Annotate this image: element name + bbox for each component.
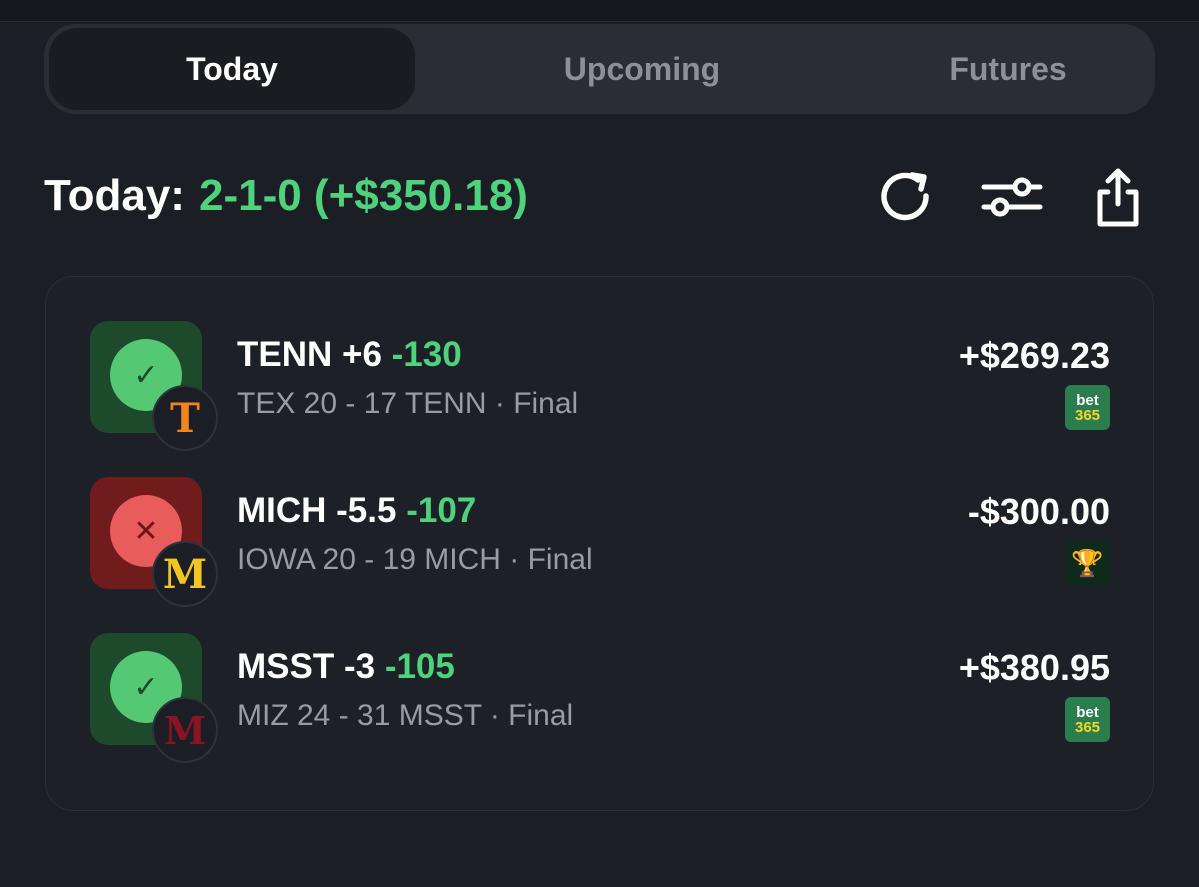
- bet365-logo-icon: bet 365: [1065, 697, 1110, 742]
- bet-row[interactable]: ✓ T TENN +6 -130 TEX 20 - 17 TENN · Fina…: [90, 321, 1110, 451]
- filter-button[interactable]: [980, 166, 1044, 230]
- summary-record: 2-1-0 (+$350.18): [198, 171, 528, 220]
- bet-odds: -107: [406, 491, 477, 530]
- bets-card: ✓ T TENN +6 -130 TEX 20 - 17 TENN · Fina…: [45, 276, 1154, 811]
- bet-title: MICH -5.5 -107: [237, 491, 476, 531]
- bet-odds: -130: [391, 335, 462, 374]
- share-icon: [1097, 168, 1139, 227]
- tab-upcoming[interactable]: Upcoming: [459, 28, 825, 110]
- book-logo-line2: 365: [1074, 406, 1101, 424]
- segmented-tabs: Today Upcoming Futures: [44, 24, 1155, 114]
- book-logo-line1: bet: [1076, 391, 1099, 409]
- team-logo-tenn: T: [152, 385, 218, 451]
- team-logo-mich: M: [152, 541, 218, 607]
- bet-title: MSST -3 -105: [237, 647, 455, 687]
- daily-summary: Today: 2-1-0 (+$350.18): [44, 168, 528, 224]
- book-logo-line1: bet: [1076, 703, 1099, 721]
- bet-amount: +$269.23: [958, 335, 1110, 376]
- summary-label: Today:: [44, 171, 185, 220]
- sliders-icon: [981, 177, 1043, 217]
- tab-futures[interactable]: Futures: [825, 28, 1191, 110]
- bet-title: TENN +6 -130: [237, 335, 462, 375]
- trophy-sportsbook-icon: 🏆: [1065, 541, 1110, 586]
- bet-amount: -$300.00: [967, 491, 1110, 532]
- bet-row[interactable]: ✓ M MSST -3 -105 MIZ 24 - 31 MSST · Fina…: [90, 633, 1110, 763]
- bet-score: IOWA 20 - 19 MICH · Final: [237, 543, 593, 576]
- bet365-logo-icon: bet 365: [1065, 385, 1110, 430]
- book-logo-line2: 365: [1074, 718, 1101, 736]
- share-button[interactable]: [1086, 166, 1150, 230]
- refresh-icon: [881, 172, 929, 221]
- bet-odds: -105: [384, 647, 455, 686]
- refresh-button[interactable]: [874, 166, 938, 230]
- bet-score: MIZ 24 - 31 MSST · Final: [237, 699, 574, 732]
- top-strip: [0, 0, 1199, 22]
- tab-today[interactable]: Today: [49, 28, 415, 110]
- team-logo-msst: M: [152, 697, 218, 763]
- bet-score: TEX 20 - 17 TENN · Final: [237, 387, 579, 420]
- bet-pick: TENN +6: [237, 335, 382, 374]
- bet-amount: +$380.95: [958, 647, 1110, 688]
- bet-row[interactable]: ✕ M MICH -5.5 -107 IOWA 20 - 19 MICH · F…: [90, 477, 1110, 607]
- bet-pick: MICH -5.5: [237, 491, 397, 530]
- bet-pick: MSST -3: [237, 647, 376, 686]
